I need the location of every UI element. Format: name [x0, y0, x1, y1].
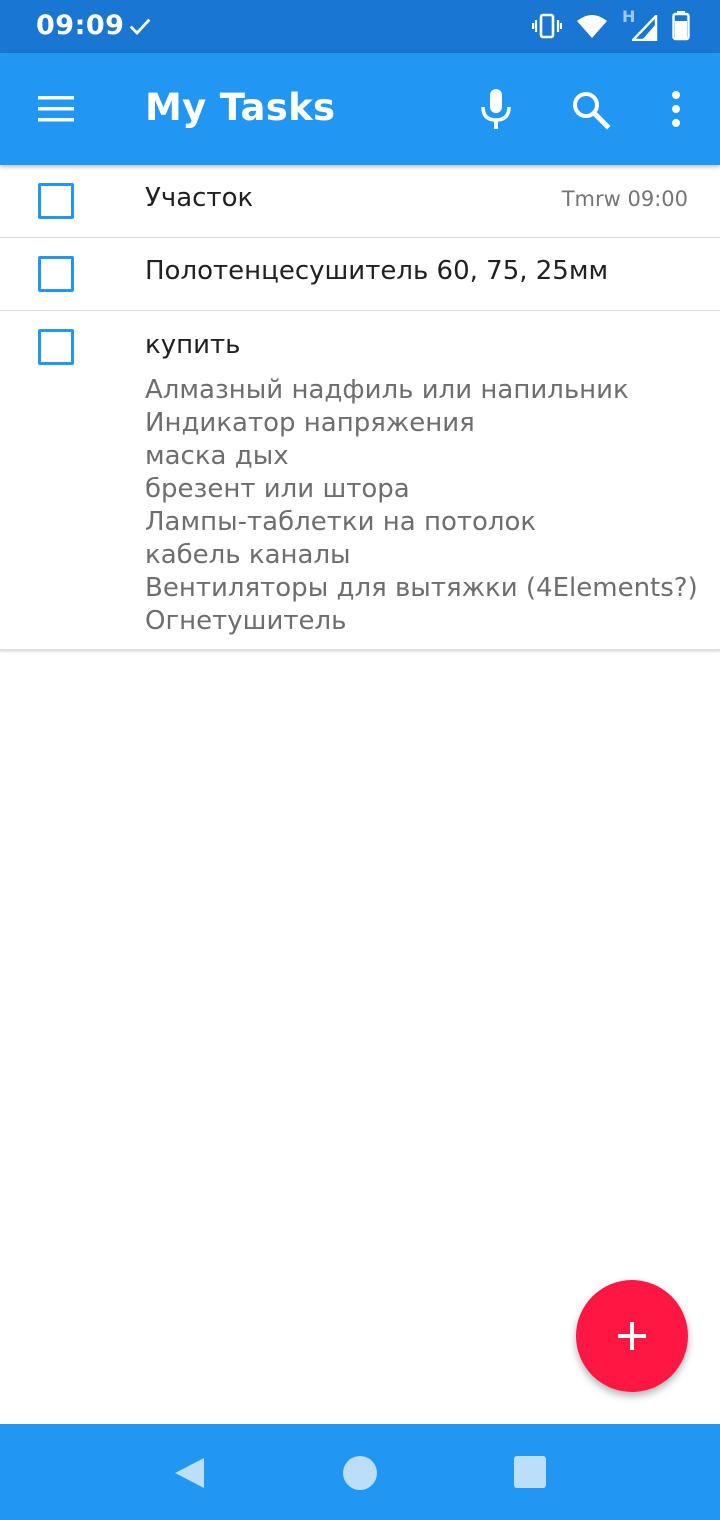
task-notes: Алмазный надфиль или напильник Индикатор… — [0, 362, 720, 652]
task-row[interactable]: Полотенцесушитель 60, 75, 25мм — [0, 238, 720, 311]
task-note-line: маска дых — [145, 441, 289, 471]
task-note-line: Вентиляторы для вытяжки (4Elements?) — [145, 573, 698, 603]
task-note-line: кабель каналы — [145, 540, 351, 570]
status-icons: H — [532, 7, 690, 42]
task-note-line: Алмазный надфиль или напильник — [145, 375, 629, 405]
menu-button[interactable] — [28, 85, 84, 133]
wifi-icon — [577, 15, 607, 38]
task-note-line: Огнетушитель — [145, 606, 347, 636]
status-time: 09:09 — [36, 10, 125, 41]
task-row[interactable]: Участок Tmrw 09:00 — [0, 165, 720, 238]
task-note-line: Лампы-таблетки на потолок — [145, 507, 537, 537]
more-vert-icon — [672, 91, 680, 127]
task-due-date: Tmrw 09:00 — [561, 187, 688, 211]
back-icon[interactable] — [172, 1456, 206, 1490]
app-title: My Tasks — [145, 86, 336, 129]
overflow-menu-button[interactable] — [656, 83, 696, 135]
task-checkbox[interactable] — [38, 329, 74, 365]
add-task-button[interactable] — [576, 1280, 688, 1392]
task-note-line: Индикатор напряжения — [145, 408, 475, 438]
task-note-line: брезент или штора — [145, 474, 410, 504]
task-checkbox[interactable] — [38, 256, 74, 292]
signal-icon — [632, 15, 658, 41]
recents-icon[interactable] — [514, 1456, 546, 1488]
check-icon — [129, 18, 151, 36]
app-bar: My Tasks — [0, 53, 720, 165]
task-title: купить — [145, 330, 241, 360]
task-list: Участок Tmrw 09:00 Полотенцесушитель 60,… — [0, 165, 720, 650]
mic-icon — [481, 89, 511, 129]
system-nav-bar — [0, 1424, 720, 1520]
task-row[interactable]: купить Алмазный надфиль или напильник Ин… — [0, 311, 720, 650]
vibrate-icon — [532, 13, 562, 39]
signal-indicator: H — [622, 7, 658, 42]
task-checkbox[interactable] — [38, 183, 74, 219]
status-bar: 09:09 H — [0, 0, 720, 53]
screen: 09:09 H My Tasks Участок Tmrw 09:00 Поло… — [0, 0, 720, 1520]
battery-icon — [672, 11, 690, 41]
menu-icon — [38, 96, 74, 122]
search-icon — [573, 92, 611, 130]
search-button[interactable] — [564, 83, 616, 135]
plus-icon — [618, 1322, 646, 1350]
task-title: Полотенцесушитель 60, 75, 25мм — [145, 256, 609, 286]
home-icon[interactable] — [343, 1456, 377, 1490]
voice-input-button[interactable] — [470, 83, 522, 135]
